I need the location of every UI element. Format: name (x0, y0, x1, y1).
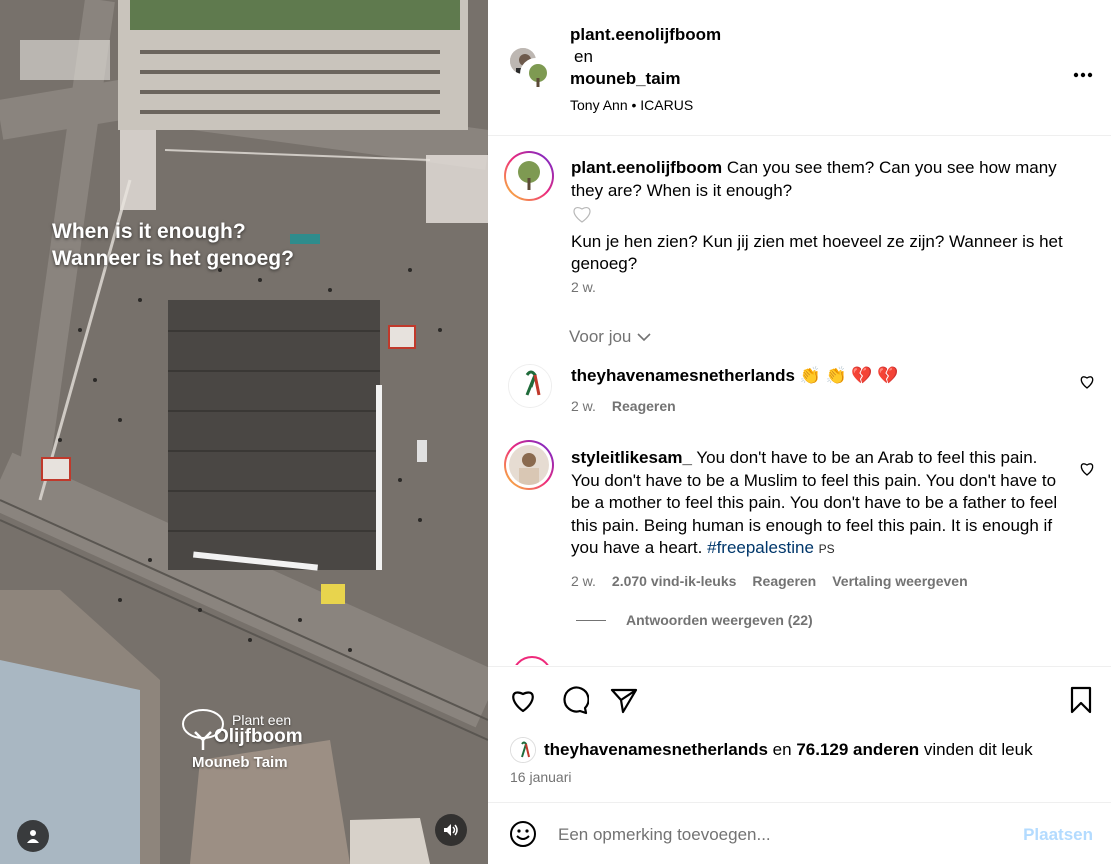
more-options-button[interactable] (1073, 58, 1093, 84)
like-comment-heart-icon[interactable] (1079, 461, 1095, 477)
watermark-logo: Plant een Olijfboom Mouneb Taim (178, 709, 303, 771)
liked-count[interactable]: 76.129 anderen (796, 740, 919, 759)
comment-text: styleitlikesam_ You don't have to be an … (571, 447, 1061, 561)
chevron-down-icon (637, 333, 651, 342)
volume-button[interactable] (435, 814, 467, 846)
like-heart-icon[interactable] (508, 685, 538, 715)
liked-middle: en (772, 740, 792, 759)
comment-meta: 2 w. 2.070 vind-ik-leuks Reageren Vertal… (571, 573, 968, 589)
speaker-icon (444, 824, 458, 836)
comment-username[interactable]: styleitlikesam_ (571, 448, 692, 467)
hashtag-link[interactable]: #freepalestine (707, 538, 814, 557)
add-comment-bar: Plaatsen (488, 802, 1111, 864)
reply-button[interactable]: Reageren (752, 573, 816, 589)
overlay-caption: When is it enough? Wanneer is het genoeg… (52, 218, 294, 272)
view-replies-label: Antwoorden weergeven (22) (626, 612, 813, 628)
comment-sort-toggle[interactable]: Voor jou (569, 327, 651, 347)
post-header: plant.eenolijfboom en mouneb_taim Tony A… (488, 0, 1111, 136)
person-icon (27, 830, 39, 843)
bookmark-icon[interactable] (1066, 685, 1096, 715)
translate-button[interactable]: Vertaling weergeven (832, 573, 967, 589)
caption-meta: 2 w. (571, 279, 596, 295)
liker-avatar[interactable] (510, 737, 536, 763)
header-text: plant.eenolijfboom en mouneb_taim Tony A… (570, 24, 721, 116)
overlay-line-2: Wanneer is het genoeg? (52, 247, 294, 270)
collab-avatars[interactable] (508, 46, 552, 90)
comment-username[interactable]: theyhavenamesnetherlands (571, 366, 795, 385)
view-replies-button[interactable]: Antwoorden weergeven (22) (576, 612, 813, 628)
audio-track-link[interactable]: Tony Ann • ICARUS (570, 94, 721, 116)
comment-suffix: PS (818, 542, 835, 556)
liked-by-user[interactable]: theyhavenamesnetherlands (544, 740, 768, 759)
tagged-users-button[interactable] (17, 820, 49, 852)
comment-bubble-icon[interactable] (559, 685, 589, 715)
post-actions: theyhavenamesnetherlands en 76.129 ander… (488, 666, 1111, 802)
header-username-2[interactable]: mouneb_taim (570, 68, 721, 90)
next-comment-avatar[interactable] (512, 656, 552, 665)
reply-button[interactable]: Reageren (612, 398, 676, 414)
replies-divider (576, 619, 606, 621)
caption-time[interactable]: 2 w. (571, 279, 596, 295)
comment-likes[interactable]: 2.070 vind-ik-leuks (612, 573, 737, 589)
caption-username[interactable]: plant.eenolijfboom (571, 158, 722, 177)
caption-text: plant.eenolijfboom Can you see them? Can… (571, 157, 1071, 276)
olive-tree-icon (182, 709, 224, 750)
caption-dutch: Kun je hen zien? Kun jij zien met hoevee… (571, 231, 1063, 274)
watermark-sub: Mouneb Taim (192, 754, 288, 771)
commenter-avatar[interactable] (504, 440, 554, 490)
overlay-line-1: When is it enough? (52, 220, 246, 243)
caption-avatar[interactable] (504, 151, 554, 201)
post-comment-button[interactable]: Plaatsen (1023, 825, 1093, 845)
post-side-panel: plant.eenolijfboom en mouneb_taim Tony A… (488, 0, 1111, 864)
comment-input[interactable] (558, 821, 998, 849)
comment-text: theyhavenamesnetherlands 👏 👏 💔 💔 (571, 365, 1071, 388)
comment-body: 👏 👏 💔 💔 (799, 366, 899, 385)
like-comment-heart-icon[interactable] (1079, 374, 1095, 390)
likes-summary[interactable]: theyhavenamesnetherlands en 76.129 ander… (510, 737, 1033, 763)
liked-suffix: vinden dit leuk (923, 740, 1033, 759)
post-media[interactable]: When is it enough? Wanneer is het genoeg… (0, 0, 488, 864)
header-username-1[interactable]: plant.eenolijfboom (570, 24, 721, 46)
white-heart-icon (573, 207, 591, 223)
header-conjunction: en (574, 47, 593, 66)
comment-time[interactable]: 2 w. (571, 398, 596, 414)
post-date[interactable]: 16 januari (510, 769, 572, 785)
comment-time[interactable]: 2 w. (571, 573, 596, 589)
commenter-avatar[interactable] (508, 364, 552, 408)
sort-label: Voor jou (569, 327, 632, 346)
avatar-plant-een-olijfboom[interactable] (520, 58, 552, 90)
comments-list[interactable]: plant.eenolijfboom Can you see them? Can… (488, 137, 1111, 665)
share-paper-plane-icon[interactable] (609, 685, 639, 715)
more-horizontal-icon (1073, 72, 1093, 78)
comment-meta: 2 w. Reageren (571, 398, 676, 414)
emoji-icon[interactable] (508, 819, 538, 849)
